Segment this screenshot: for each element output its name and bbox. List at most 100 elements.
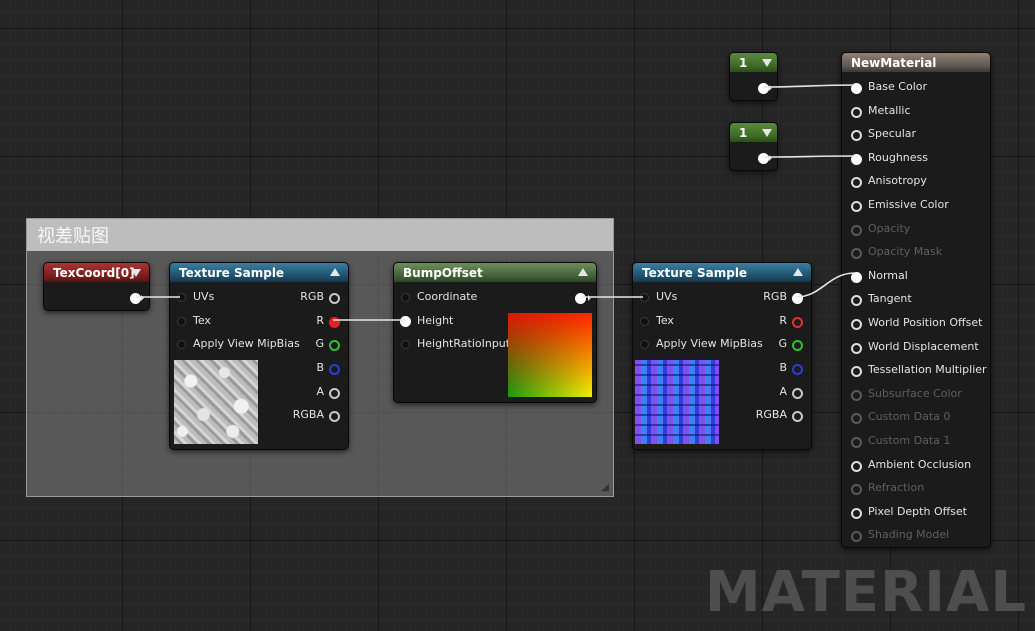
texture-sample-2-header[interactable]: Texture Sample	[633, 263, 811, 282]
material-result-node[interactable]: NewMaterial Base Color Metallic Specular Ro…	[841, 52, 991, 548]
constant-1-header[interactable]: 1	[730, 53, 777, 72]
material-input-pin[interactable]	[851, 130, 862, 142]
g-output-label: G	[315, 337, 324, 350]
resize-grip-icon[interactable]: ◢	[601, 482, 609, 493]
comment-title[interactable]: 视差贴图	[27, 219, 613, 251]
a-output-label: A	[779, 385, 787, 398]
uvs-input-pin[interactable]	[177, 293, 186, 302]
material-input-pin[interactable]	[851, 201, 862, 212]
g-output-pin[interactable]	[792, 340, 803, 351]
material-input-pin	[851, 413, 862, 425]
material-input-label: Tangent	[868, 292, 912, 306]
material-input-pin[interactable]	[851, 83, 862, 94]
material-input-pin[interactable]	[851, 366, 862, 378]
constant-2-output-pin[interactable]	[758, 153, 769, 164]
collapse-arrow-icon[interactable]	[330, 268, 340, 276]
material-watermark: MATERIAL	[704, 560, 1027, 625]
coordinate-input-pin[interactable]	[401, 293, 410, 302]
collapse-arrow-icon[interactable]	[578, 268, 588, 276]
texcoord-output-pin[interactable]	[130, 293, 141, 304]
rgba-output-pin[interactable]	[329, 411, 340, 422]
material-input-pin	[851, 389, 862, 401]
material-input-pin[interactable]	[851, 106, 862, 118]
heightratio-input-pin[interactable]	[401, 340, 410, 349]
material-input-label: Subsurface Color	[868, 386, 962, 400]
constant-1-value: 1	[739, 56, 748, 70]
coordinate-label: Coordinate	[417, 290, 478, 303]
uvs-input-pin[interactable]	[640, 293, 649, 302]
texture-sample-1-header[interactable]: Texture Sample	[170, 263, 348, 282]
material-input-label: Base Color	[868, 80, 928, 93]
material-input-pin[interactable]	[851, 460, 862, 472]
collapse-arrow-icon[interactable]	[131, 269, 141, 277]
material-input-label: Refraction	[868, 481, 925, 495]
constant-2-header[interactable]: 1	[730, 123, 777, 142]
pin-arrow-icon	[588, 295, 591, 301]
constant-1-output-pin[interactable]	[758, 83, 769, 94]
material-input-pin	[851, 484, 862, 496]
a-output-pin[interactable]	[329, 388, 340, 399]
material-input-label: Specular	[868, 127, 917, 141]
bumpoffset-header[interactable]: BumpOffset	[394, 263, 596, 282]
r-output-pin[interactable]	[792, 317, 803, 328]
material-input-pin[interactable]	[851, 507, 862, 519]
material-input-label: Metallic	[868, 103, 911, 117]
mipbias-input-pin[interactable]	[177, 340, 186, 349]
material-input-label: Tessellation Multiplier	[868, 363, 987, 377]
tex-input-pin[interactable]	[640, 317, 649, 326]
height-input-pin[interactable]	[400, 316, 411, 327]
material-input-label: Shading Model	[868, 528, 950, 542]
texture-sample-node-2[interactable]: Texture Sample UVs Tex Apply View MipBia…	[632, 262, 812, 450]
material-input-label: Custom Data 1	[868, 434, 951, 447]
uvs-label: UVs	[193, 290, 215, 303]
rgb-output-pin[interactable]	[792, 293, 803, 304]
a-output-pin[interactable]	[792, 388, 803, 399]
b-output-label: B	[316, 361, 324, 374]
mipbias-label: Apply View MipBias	[193, 337, 300, 350]
material-input-pin[interactable]	[851, 177, 862, 189]
constant-node-1[interactable]: 1	[729, 52, 778, 101]
pin-arrow-icon	[141, 295, 144, 301]
material-input-pin	[851, 248, 862, 260]
g-output-pin[interactable]	[329, 340, 340, 351]
r-output-label: R	[779, 314, 787, 327]
material-input-label: Opacity Mask	[868, 245, 943, 259]
material-header[interactable]: NewMaterial	[842, 53, 990, 72]
tex-input-pin[interactable]	[177, 317, 186, 326]
material-input-pin[interactable]	[851, 342, 862, 354]
r-output-pin[interactable]	[329, 317, 340, 328]
collapse-arrow-icon[interactable]	[793, 268, 803, 276]
bumpoffset-output-pin[interactable]	[575, 293, 586, 304]
material-title: NewMaterial	[851, 56, 937, 70]
g-output-label: G	[778, 337, 787, 350]
texcoord-header[interactable]: TexCoord[0]	[44, 263, 149, 282]
rgb-output-label: RGB	[300, 290, 324, 303]
b-output-pin[interactable]	[329, 364, 340, 375]
material-input-pin[interactable]	[851, 153, 862, 165]
rgba-output-pin[interactable]	[792, 411, 803, 422]
material-input-pin[interactable]	[851, 295, 862, 307]
rgb-output-pin[interactable]	[329, 293, 340, 304]
bumpoffset-node[interactable]: BumpOffset Coordinate Height HeightRatio…	[393, 262, 597, 403]
material-input-label: Roughness	[868, 150, 929, 164]
material-input-label: Normal	[868, 268, 908, 282]
texture-sample-1-title: Texture Sample	[179, 266, 285, 280]
collapse-arrow-icon[interactable]	[762, 129, 772, 137]
texture-preview-height	[174, 360, 258, 444]
texcoord-title: TexCoord[0]	[53, 266, 135, 280]
material-input-label: Emissive Color	[868, 198, 949, 211]
constant-node-2[interactable]: 1	[729, 122, 778, 171]
b-output-pin[interactable]	[792, 364, 803, 375]
a-output-label: A	[316, 385, 324, 398]
collapse-arrow-icon[interactable]	[762, 59, 772, 67]
mipbias-input-pin[interactable]	[640, 340, 649, 349]
material-input-label: Ambient Occlusion	[868, 457, 972, 471]
material-input-pin[interactable]	[851, 271, 862, 283]
texcoord-node[interactable]: TexCoord[0]	[43, 262, 150, 311]
texture-sample-node-1[interactable]: Texture Sample UVs Tex Apply View MipBia…	[169, 262, 349, 450]
material-input-pin	[851, 437, 862, 448]
material-input-pin[interactable]	[851, 319, 862, 330]
heightratio-label: HeightRatioInput	[417, 337, 511, 350]
material-input-pin	[851, 531, 862, 543]
constant-2-value: 1	[739, 126, 748, 140]
